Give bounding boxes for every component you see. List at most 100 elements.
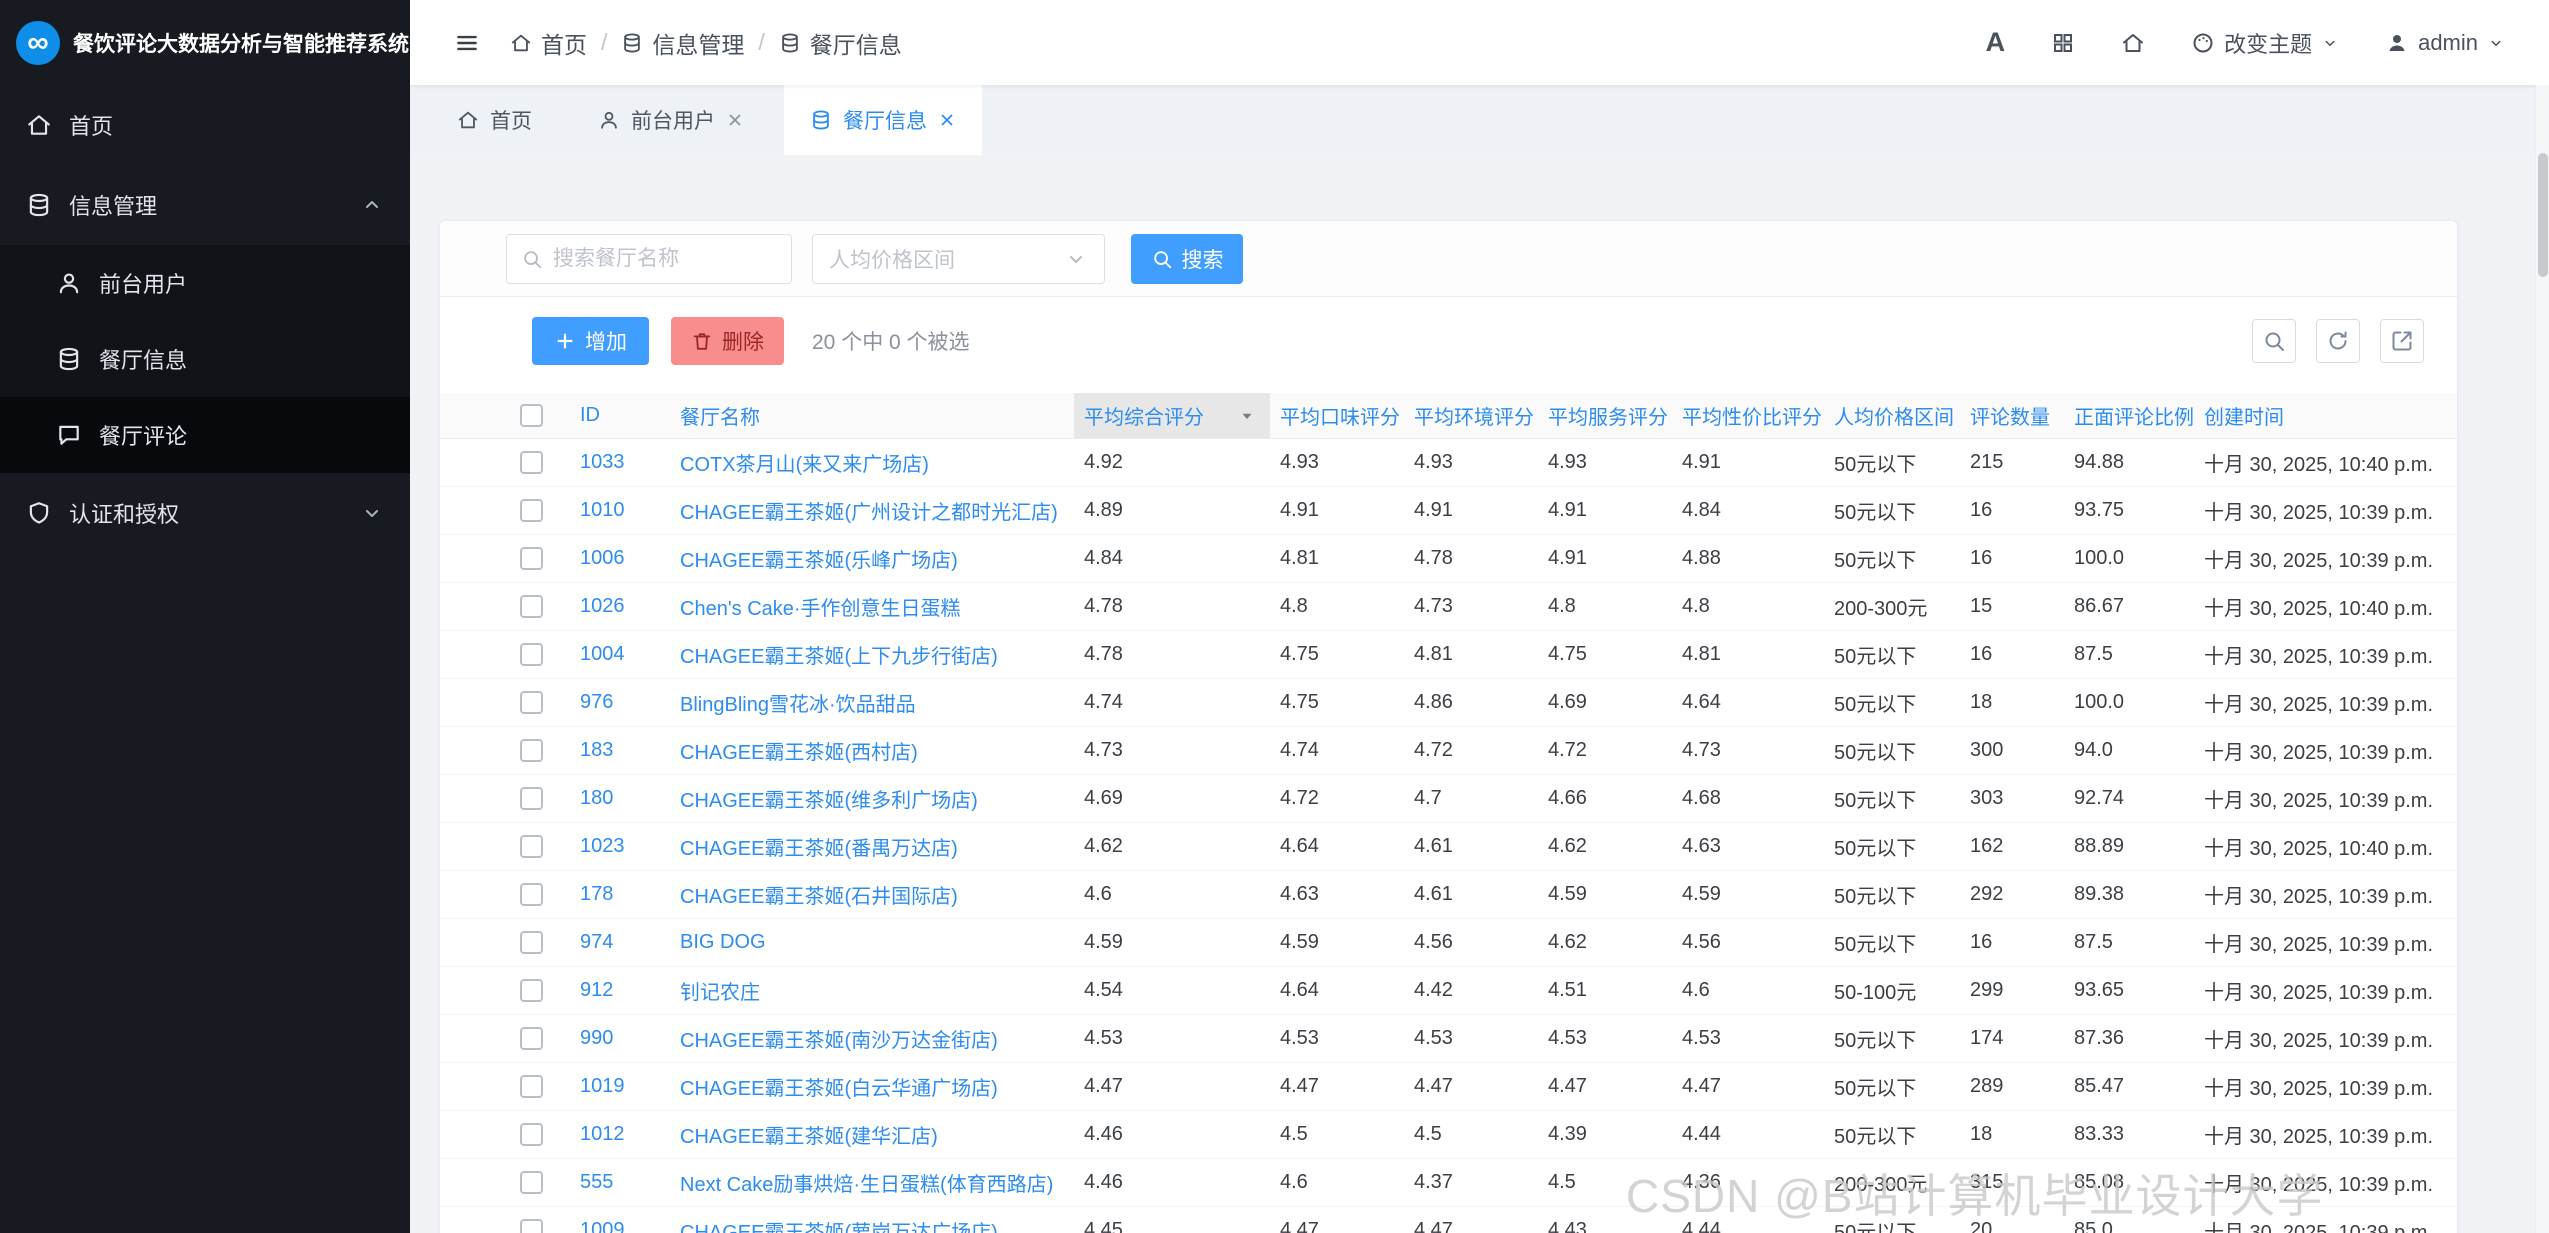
export-button[interactable] [2380, 319, 2424, 363]
menu-toggle-icon[interactable] [454, 30, 480, 56]
user-menu[interactable]: admin [2385, 30, 2505, 56]
row-checkbox[interactable] [520, 1219, 543, 1233]
row-checkbox[interactable] [520, 643, 543, 666]
breadcrumb-home[interactable]: 首页 [510, 26, 587, 60]
select-all-checkbox[interactable] [520, 404, 543, 427]
row-id-link[interactable]: 1033 [580, 451, 625, 473]
home-icon[interactable] [2121, 31, 2145, 55]
restaurant-name-link[interactable]: CHAGEE霸王茶姬(维多利广场店) [680, 790, 978, 812]
row-id-link[interactable]: 555 [580, 1171, 613, 1193]
row-checkbox[interactable] [520, 451, 543, 474]
chevron-down-icon [360, 501, 384, 525]
price-range-select[interactable]: 人均价格区间 [812, 234, 1105, 284]
col-header-price-range[interactable]: 人均价格区间 [1824, 393, 1960, 438]
row-checkbox[interactable] [520, 1075, 543, 1098]
restaurant-name-link[interactable]: CHAGEE霸王茶姬(乐峰广场店) [680, 550, 958, 572]
row-id-link[interactable]: 912 [580, 979, 613, 1001]
sidebar-item-restaurant-reviews[interactable]: 餐厅评论 [0, 397, 410, 473]
row-id-link[interactable]: 1009 [580, 1219, 625, 1233]
col-header-review-count[interactable]: 评论数量 [1960, 393, 2064, 438]
restaurant-name-link[interactable]: BIG DOG [680, 931, 766, 953]
sidebar-item-front-users[interactable]: 前台用户 [0, 245, 410, 321]
breadcrumb-restaurant-info[interactable]: 餐厅信息 [779, 26, 902, 60]
row-id-link[interactable]: 974 [580, 931, 613, 953]
row-checkbox[interactable] [520, 1027, 543, 1050]
search-input[interactable] [553, 247, 777, 271]
row-id-link[interactable]: 1010 [580, 499, 625, 521]
col-header-environment[interactable]: 平均环境评分 [1404, 393, 1538, 438]
sidebar-item-auth[interactable]: 认证和授权 [0, 473, 410, 553]
theme-switcher[interactable]: 改变主题 [2191, 27, 2339, 59]
col-header-id[interactable]: ID [570, 393, 670, 438]
restaurant-name-link[interactable]: CHAGEE霸王茶姬(南沙万达金街店) [680, 1030, 998, 1052]
layout-grid-icon[interactable] [2051, 31, 2075, 55]
row-checkbox[interactable] [520, 691, 543, 714]
restaurant-name-link[interactable]: CHAGEE霸王茶姬(广州设计之都时光汇店) [680, 502, 1058, 524]
table-row: 1019 CHAGEE霸王茶姬(白云华通广场店) 4.47 4.47 4.47 … [440, 1063, 2457, 1111]
restaurant-name-link[interactable]: CHAGEE霸王茶姬(番禺万达店) [680, 838, 958, 860]
search-button[interactable]: 搜索 [1131, 234, 1243, 284]
row-id-link[interactable]: 1004 [580, 643, 625, 665]
row-id-link[interactable]: 1012 [580, 1123, 625, 1145]
col-header-overall-sorted[interactable]: 平均综合评分 [1074, 393, 1270, 438]
close-icon[interactable] [726, 111, 744, 129]
sort-caret-icon[interactable] [1238, 407, 1256, 425]
col-header-taste[interactable]: 平均口味评分 [1270, 393, 1404, 438]
col-header-positive-ratio[interactable]: 正面评论比例 [2064, 393, 2194, 438]
row-checkbox[interactable] [520, 595, 543, 618]
row-id-link[interactable]: 1026 [580, 595, 625, 617]
row-checkbox[interactable] [520, 1123, 543, 1146]
tab-home[interactable]: 首页 [431, 85, 558, 155]
page-scrollbar[interactable] [2535, 85, 2549, 1233]
close-icon[interactable] [938, 111, 956, 129]
row-checkbox[interactable] [520, 739, 543, 762]
row-id-link[interactable]: 178 [580, 883, 613, 905]
palette-icon [2191, 31, 2215, 55]
restaurant-name-link[interactable]: CHAGEE霸王茶姬(上下九步行街店) [680, 646, 998, 668]
created-time-cell: 十月 30, 2025, 10:39 p.m. [2194, 976, 2457, 1005]
restaurant-name-link[interactable]: CHAGEE霸王茶姬(石井国际店) [680, 886, 958, 908]
tab-restaurant-info[interactable]: 餐厅信息 [784, 85, 982, 155]
restaurant-search-field[interactable] [506, 234, 792, 284]
row-checkbox[interactable] [520, 547, 543, 570]
restaurant-name-link[interactable]: Chen's Cake·手作创意生日蛋糕 [680, 598, 961, 620]
delete-button[interactable]: 删除 [671, 317, 784, 365]
row-checkbox[interactable] [520, 883, 543, 906]
scrollbar-thumb[interactable] [2538, 153, 2548, 277]
row-checkbox[interactable] [520, 787, 543, 810]
breadcrumb-info-management[interactable]: 信息管理 [621, 26, 744, 60]
restaurant-name-link[interactable]: CHAGEE霸王茶姬(西村店) [680, 742, 918, 764]
row-id-link[interactable]: 976 [580, 691, 613, 713]
restaurant-name-link[interactable]: COTX茶月山(来又来广场店) [680, 454, 929, 476]
col-header-name[interactable]: 餐厅名称 [670, 393, 1074, 438]
tab-front-users[interactable]: 前台用户 [572, 85, 770, 155]
row-id-link[interactable]: 180 [580, 787, 613, 809]
restaurant-name-link[interactable]: CHAGEE霸王茶姬(萝岗万达广场店) [680, 1222, 998, 1233]
add-button[interactable]: 增加 [532, 317, 649, 365]
restaurant-name-link[interactable]: BlingBling雪花冰·饮品甜品 [680, 694, 916, 716]
taste-score-cell: 4.64 [1270, 835, 1404, 858]
restaurant-name-link[interactable]: Next Cake励事烘焙·生日蛋糕(体育西路店) [680, 1174, 1053, 1196]
refresh-button[interactable] [2316, 319, 2360, 363]
col-header-created[interactable]: 创建时间 [2194, 393, 2457, 438]
col-header-value[interactable]: 平均性价比评分 [1672, 393, 1824, 438]
sidebar-item-restaurant-info[interactable]: 餐厅信息 [0, 321, 410, 397]
row-id-link[interactable]: 990 [580, 1027, 613, 1049]
restaurant-name-link[interactable]: CHAGEE霸王茶姬(建华汇店) [680, 1126, 938, 1148]
restaurant-name-link[interactable]: CHAGEE霸王茶姬(白云华通广场店) [680, 1078, 998, 1100]
font-size-button[interactable]: A [1986, 27, 2006, 58]
row-checkbox[interactable] [520, 931, 543, 954]
row-checkbox[interactable] [520, 499, 543, 522]
row-id-link[interactable]: 1006 [580, 547, 625, 569]
sidebar-item-home[interactable]: 首页 [0, 85, 410, 165]
row-id-link[interactable]: 183 [580, 739, 613, 761]
col-header-service[interactable]: 平均服务评分 [1538, 393, 1672, 438]
restaurant-name-link[interactable]: 钊记农庄 [680, 982, 760, 1004]
row-id-link[interactable]: 1023 [580, 835, 625, 857]
sidebar-item-info-management[interactable]: 信息管理 [0, 165, 410, 245]
row-checkbox[interactable] [520, 1171, 543, 1194]
toggle-search-button[interactable] [2252, 319, 2296, 363]
row-id-link[interactable]: 1019 [580, 1075, 625, 1097]
row-checkbox[interactable] [520, 979, 543, 1002]
row-checkbox[interactable] [520, 835, 543, 858]
